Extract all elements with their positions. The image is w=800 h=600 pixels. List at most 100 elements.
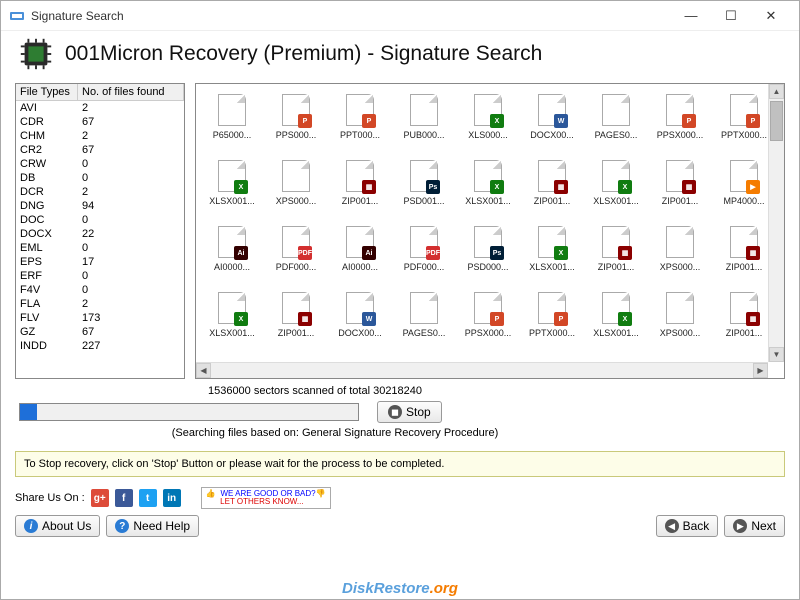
file-item[interactable]: PAGES0... bbox=[586, 94, 646, 140]
file-item[interactable]: PPPTX000... bbox=[714, 94, 774, 140]
file-item[interactable]: AiAI0000... bbox=[202, 226, 262, 272]
file-icon: Ai bbox=[218, 226, 246, 258]
minimize-button[interactable]: — bbox=[671, 4, 711, 28]
feedback-button[interactable]: 👍 WE ARE GOOD OR BAD?👎 LET OTHERS KNOW..… bbox=[201, 487, 331, 509]
file-item[interactable]: XXLSX001... bbox=[458, 160, 518, 206]
scroll-down-icon[interactable]: ▼ bbox=[769, 347, 784, 362]
file-type-row[interactable]: F4V0 bbox=[16, 283, 184, 297]
file-item[interactable]: XXLS000... bbox=[458, 94, 518, 140]
progress-area: 1536000 sectors scanned of total 3021824… bbox=[1, 379, 799, 445]
file-icon bbox=[218, 94, 246, 126]
file-type-row[interactable]: CR267 bbox=[16, 143, 184, 157]
file-item[interactable]: WDOCX00... bbox=[522, 94, 582, 140]
close-button[interactable]: ✕ bbox=[751, 4, 791, 28]
scroll-thumb[interactable] bbox=[770, 101, 783, 141]
file-item[interactable]: PsPSD000... bbox=[458, 226, 518, 272]
file-item[interactable]: PPPS000... bbox=[266, 94, 326, 140]
file-item[interactable]: PPPSX000... bbox=[650, 94, 710, 140]
file-item[interactable]: XXLSX001... bbox=[586, 292, 646, 338]
facebook-icon[interactable]: f bbox=[115, 489, 133, 507]
file-name: XPS000... bbox=[266, 196, 326, 206]
file-icon: Ps bbox=[410, 160, 438, 192]
file-item[interactable]: ▦ZIP001... bbox=[266, 292, 326, 338]
file-item[interactable]: PPPT000... bbox=[330, 94, 390, 140]
file-item[interactable]: XPS000... bbox=[266, 160, 326, 206]
file-name: ZIP001... bbox=[522, 196, 582, 206]
file-item[interactable]: PDFPDF000... bbox=[266, 226, 326, 272]
file-item[interactable]: ▶MP4000... bbox=[714, 160, 774, 206]
file-type-row[interactable]: FLV173 bbox=[16, 311, 184, 325]
col-files-found[interactable]: No. of files found bbox=[78, 84, 184, 100]
file-icon: ▦ bbox=[602, 226, 630, 258]
file-name: AI0000... bbox=[330, 262, 390, 272]
file-type-row[interactable]: GZ67 bbox=[16, 325, 184, 339]
file-name: PSD001... bbox=[394, 196, 454, 206]
file-name: DOCX00... bbox=[522, 130, 582, 140]
back-button[interactable]: ◀ Back bbox=[656, 515, 719, 537]
share-label: Share Us On : bbox=[15, 492, 85, 504]
file-item[interactable]: AiAI0000... bbox=[330, 226, 390, 272]
file-name: DOCX00... bbox=[330, 328, 390, 338]
horizontal-scrollbar[interactable]: ◀ ▶ bbox=[196, 362, 768, 378]
file-item[interactable]: XPS000... bbox=[650, 226, 710, 272]
file-icon: PDF bbox=[282, 226, 310, 258]
file-item[interactable]: XXLSX001... bbox=[586, 160, 646, 206]
file-type-row[interactable]: DB0 bbox=[16, 171, 184, 185]
file-type-row[interactable]: INDD227 bbox=[16, 339, 184, 353]
file-type-row[interactable]: EPS17 bbox=[16, 255, 184, 269]
file-type-row[interactable]: DNG94 bbox=[16, 199, 184, 213]
file-item[interactable]: PPPTX000... bbox=[522, 292, 582, 338]
file-item[interactable]: WDOCX00... bbox=[330, 292, 390, 338]
file-type-row[interactable]: CRW0 bbox=[16, 157, 184, 171]
file-item[interactable]: PUB000... bbox=[394, 94, 454, 140]
file-type-row[interactable]: DOCX22 bbox=[16, 227, 184, 241]
file-item[interactable]: PAGES0... bbox=[394, 292, 454, 338]
need-help-button[interactable]: ? Need Help bbox=[106, 515, 199, 537]
vertical-scrollbar[interactable]: ▲ ▼ bbox=[768, 84, 784, 362]
file-icon: PDF bbox=[410, 226, 438, 258]
scroll-right-icon[interactable]: ▶ bbox=[753, 363, 768, 378]
file-type-row[interactable]: ERF0 bbox=[16, 269, 184, 283]
file-type-row[interactable]: DOC0 bbox=[16, 213, 184, 227]
file-item[interactable]: ▦ZIP001... bbox=[586, 226, 646, 272]
file-item[interactable]: P65000... bbox=[202, 94, 262, 140]
file-icon: P bbox=[730, 94, 758, 126]
next-button[interactable]: ▶ Next bbox=[724, 515, 785, 537]
arrow-right-icon: ▶ bbox=[733, 519, 747, 533]
file-name: XLSX001... bbox=[458, 196, 518, 206]
file-item[interactable]: XPS000... bbox=[650, 292, 710, 338]
file-item[interactable]: ▦ZIP001... bbox=[330, 160, 390, 206]
file-name: XLSX001... bbox=[202, 328, 262, 338]
file-item[interactable]: ▦ZIP001... bbox=[714, 292, 774, 338]
file-item[interactable]: ▦ZIP001... bbox=[522, 160, 582, 206]
about-us-button[interactable]: i About Us bbox=[15, 515, 100, 537]
file-item[interactable]: PDF PDF000... bbox=[394, 226, 454, 272]
file-icon bbox=[666, 226, 694, 258]
files-grid[interactable]: P65000...PPPS000...PPPT000...PUB000...XX… bbox=[198, 90, 782, 342]
file-item[interactable]: ▦ZIP001... bbox=[714, 226, 774, 272]
file-type-row[interactable]: FLA2 bbox=[16, 297, 184, 311]
file-item[interactable]: X XLSX001... bbox=[202, 292, 262, 338]
stop-button[interactable]: ◼ Stop bbox=[377, 401, 442, 423]
file-type-row[interactable]: AVI2 bbox=[16, 101, 184, 115]
file-types-list[interactable]: AVI2CDR67CHM2CR267CRW0DB0DCR2DNG94DOC0DO… bbox=[16, 101, 184, 377]
file-item[interactable]: PPPSX000... bbox=[458, 292, 518, 338]
file-item[interactable]: ▦ZIP001... bbox=[650, 160, 710, 206]
file-item[interactable]: XXLSX001... bbox=[522, 226, 582, 272]
twitter-icon[interactable]: t bbox=[139, 489, 157, 507]
file-item[interactable]: Ps PSD001... bbox=[394, 160, 454, 206]
col-file-types[interactable]: File Types bbox=[16, 84, 78, 100]
linkedin-icon[interactable]: in bbox=[163, 489, 181, 507]
scroll-up-icon[interactable]: ▲ bbox=[769, 84, 784, 99]
file-name: PDF000... bbox=[394, 262, 454, 272]
file-icon: X bbox=[218, 292, 246, 324]
scroll-left-icon[interactable]: ◀ bbox=[196, 363, 211, 378]
file-item[interactable]: XXLSX001... bbox=[202, 160, 262, 206]
maximize-button[interactable]: ☐ bbox=[711, 4, 751, 28]
file-type-row[interactable]: CHM2 bbox=[16, 129, 184, 143]
file-type-row[interactable]: CDR67 bbox=[16, 115, 184, 129]
file-type-row[interactable]: EML0 bbox=[16, 241, 184, 255]
googleplus-icon[interactable]: g+ bbox=[91, 489, 109, 507]
file-icon: X bbox=[602, 292, 630, 324]
file-type-row[interactable]: DCR2 bbox=[16, 185, 184, 199]
